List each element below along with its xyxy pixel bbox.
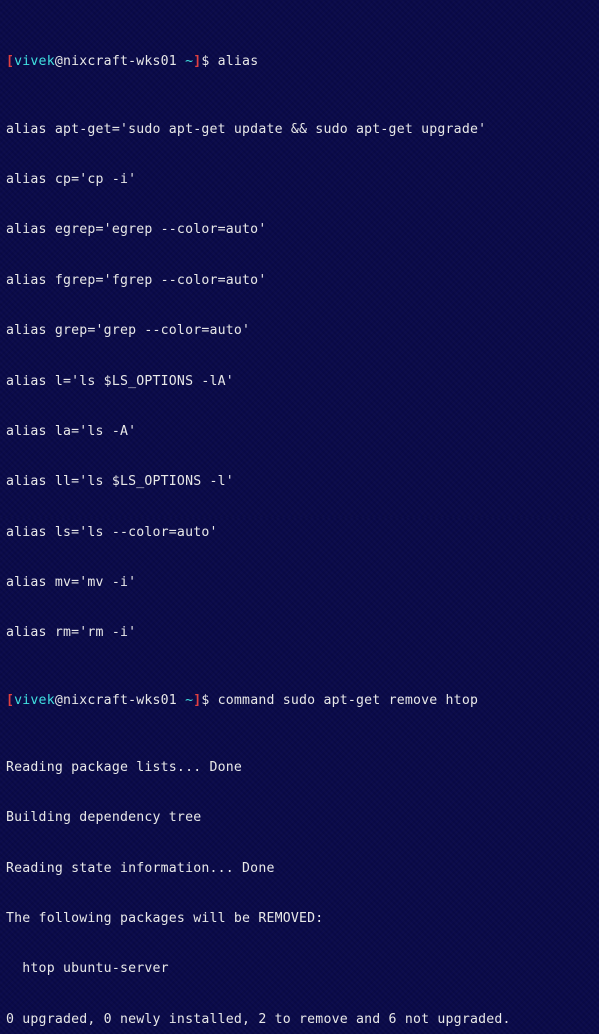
prompt-tilde: ~ — [185, 693, 193, 708]
command-2: command sudo apt-get remove htop — [218, 693, 478, 708]
prompt-line-2: [vivek@nixcraft-wks01 ~]$ command sudo a… — [6, 693, 593, 710]
alias-line: alias grep='grep --color=auto' — [6, 323, 593, 340]
alias-line: alias rm='rm -i' — [6, 625, 593, 642]
output-line: Reading package lists... Done — [6, 760, 593, 777]
alias-line: alias la='ls -A' — [6, 424, 593, 441]
alias-line: alias ll='ls $LS_OPTIONS -l' — [6, 474, 593, 491]
alias-line: alias ls='ls --color=auto' — [6, 525, 593, 542]
alias-line: alias l='ls $LS_OPTIONS -lA' — [6, 374, 593, 391]
output-line: htop ubuntu-server — [6, 961, 593, 978]
prompt-line-1: [vivek@nixcraft-wks01 ~]$ alias — [6, 54, 593, 71]
prompt-user: vivek — [14, 693, 55, 708]
alias-line: alias egrep='egrep --color=auto' — [6, 222, 593, 239]
output-line: 0 upgraded, 0 newly installed, 2 to remo… — [6, 1012, 593, 1029]
output-line: Reading state information... Done — [6, 861, 593, 878]
alias-line: alias fgrep='fgrep --color=auto' — [6, 273, 593, 290]
alias-line: alias cp='cp -i' — [6, 172, 593, 189]
terminal-output[interactable]: [vivek@nixcraft-wks01 ~]$ alias alias ap… — [6, 4, 593, 1034]
bracket-open: [ — [6, 693, 14, 708]
command-1: alias — [218, 54, 259, 69]
prompt-dollar: $ — [201, 693, 217, 708]
prompt-host: @nixcraft-wks01 — [55, 693, 185, 708]
output-line: Building dependency tree — [6, 810, 593, 827]
prompt-dollar: $ — [201, 54, 217, 69]
output-line: The following packages will be REMOVED: — [6, 911, 593, 928]
bracket-open: [ — [6, 54, 14, 69]
bracket-close: ] — [193, 693, 201, 708]
prompt-tilde: ~ — [185, 54, 193, 69]
alias-line: alias apt-get='sudo apt-get update && su… — [6, 122, 593, 139]
prompt-host: @nixcraft-wks01 — [55, 54, 185, 69]
prompt-user: vivek — [14, 54, 55, 69]
alias-line: alias mv='mv -i' — [6, 575, 593, 592]
